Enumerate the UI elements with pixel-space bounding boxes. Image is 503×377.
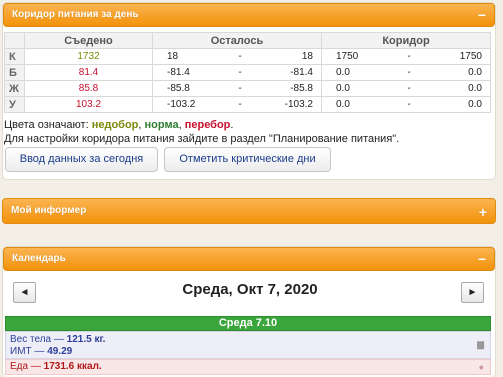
legend-over: перебор (184, 119, 231, 131)
eaten-value: 81.4 (24, 64, 153, 81)
bmi-label: ИМТ — (10, 346, 45, 357)
corridor-min: 0.0 (336, 99, 350, 110)
table-row: К 1732 18 - 18 1750 - 1750 (4, 48, 491, 65)
color-legend: Цвета означают: недобор, норма, перебор. (4, 119, 234, 131)
legend-prefix: Цвета означают: (4, 119, 89, 131)
nutrition-corridor-header[interactable]: Коридор питания за день − (3, 3, 495, 27)
calendar-date: Среда, Окт 7, 2020 (182, 281, 318, 298)
corridor-sep: - (407, 67, 411, 78)
weight-line: Вес тела — 121.5 кг. (10, 334, 486, 346)
my-informer-panel: Мой информер + (2, 198, 496, 224)
legend-under: недобор (91, 119, 139, 131)
food-label: Еда — (10, 361, 41, 372)
eaten-value: 1732 (24, 48, 153, 65)
settings-hint: Для настройки коридора питания зайдите в… (4, 133, 400, 145)
corridor-max: 0.0 (468, 67, 482, 78)
table-row: У 103.2 -103.2 - -103.2 0.0 - 0.0 (4, 96, 491, 113)
bmi-value: 49.29 (47, 346, 73, 357)
corridor-min: 1750 (336, 51, 359, 62)
next-day-button[interactable]: ► (461, 282, 484, 303)
remaining-sep: - (238, 51, 242, 62)
remaining-min: 18 (167, 51, 179, 62)
trash-icon[interactable]: ▆ (477, 338, 484, 350)
eaten-value: 85.8 (24, 80, 153, 97)
corridor-sep: - (407, 99, 411, 110)
corridor-max: 0.0 (468, 99, 482, 110)
panel-title: Календарь (12, 253, 66, 264)
remaining-min: -103.2 (167, 99, 196, 110)
food-value: 1731.6 ккал. (43, 361, 102, 372)
corridor-min: 0.0 (336, 83, 350, 94)
remaining-max: -81.4 (290, 67, 313, 78)
collapse-icon[interactable]: − (478, 248, 486, 270)
remaining-max: -85.8 (290, 83, 313, 94)
table-row: Б 81.4 -81.4 - -81.4 0.0 - 0.0 (4, 64, 491, 81)
mark-critical-days-button[interactable]: Отметить критические дни (164, 147, 331, 172)
table-row: Ж 85.8 -85.8 - -85.8 0.0 - 0.0 (4, 80, 491, 97)
day-header[interactable]: Среда 7.10 (5, 316, 491, 331)
weight-label: Вес тела — (10, 334, 64, 345)
row-key: Б (4, 64, 25, 81)
legend-norm: норма (144, 119, 179, 131)
bmi-line: ИМТ — 49.29 (10, 346, 486, 358)
corridor-sep: - (407, 51, 411, 62)
row-key: У (4, 96, 25, 113)
corridor-max: 1750 (459, 51, 482, 62)
remaining-sep: - (238, 67, 242, 78)
header-eaten: Съедено (24, 32, 153, 49)
collapse-icon[interactable]: − (478, 4, 486, 26)
remaining-sep: - (238, 83, 242, 94)
corridor-sep: - (407, 83, 411, 94)
remaining-sep: - (238, 99, 242, 110)
legend-end: . (230, 119, 234, 131)
body-metrics-box[interactable]: Вес тела — 121.5 кг. ИМТ — 49.29 ▆ (5, 331, 491, 359)
header-corridor: Коридор (321, 32, 491, 49)
corner-cell (4, 32, 25, 49)
row-key: Ж (4, 80, 25, 97)
enter-today-button[interactable]: Ввод данных за сегодня (5, 147, 158, 172)
my-informer-header[interactable]: Мой информер + (2, 198, 496, 224)
prev-day-button[interactable]: ◄ (13, 282, 36, 303)
food-icon[interactable]: ● (479, 362, 484, 372)
calendar-header[interactable]: Календарь − (3, 247, 495, 271)
remaining-min: -85.8 (167, 83, 190, 94)
remaining-min: -81.4 (167, 67, 190, 78)
weight-value: 121.5 кг. (66, 334, 106, 345)
panel-title: Мой информер (11, 205, 87, 216)
food-box[interactable]: Еда — 1731.6 ккал. ● (5, 359, 491, 375)
corridor-min: 0.0 (336, 67, 350, 78)
expand-icon[interactable]: + (479, 199, 487, 225)
header-remaining: Осталось (152, 32, 322, 49)
corridor-table: Съедено Осталось Коридор К 1732 18 - 18 17… (4, 32, 491, 113)
panel-title: Коридор питания за день (12, 9, 139, 20)
remaining-max: -103.2 (284, 99, 313, 110)
corridor-max: 0.0 (468, 83, 482, 94)
remaining-max: 18 (301, 51, 313, 62)
row-key: К (4, 48, 25, 65)
eaten-value: 103.2 (24, 96, 153, 113)
